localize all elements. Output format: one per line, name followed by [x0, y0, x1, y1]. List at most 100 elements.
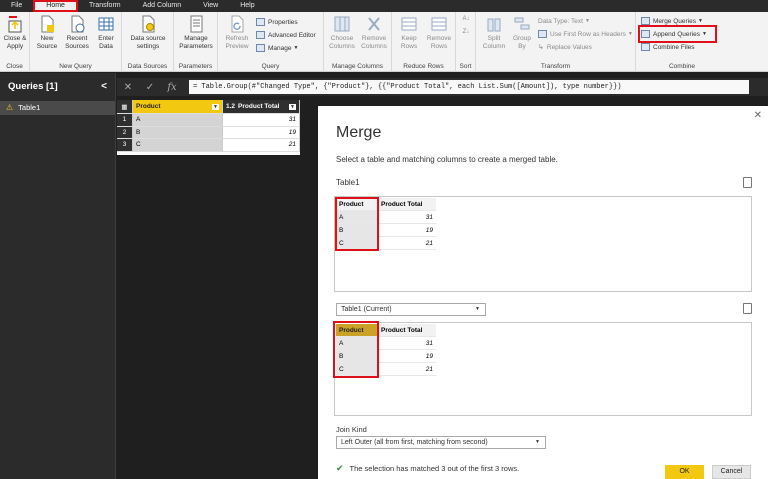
file-icon[interactable]: [743, 177, 752, 188]
new-query-group: New Source Recent Sources Enter Data New…: [30, 12, 122, 72]
close-apply-icon: [8, 16, 22, 33]
table-cell[interactable]: 21: [378, 363, 436, 376]
table-menu-icon[interactable]: ▦: [117, 100, 133, 114]
menu-view[interactable]: View: [192, 0, 229, 12]
combine-files-button[interactable]: Combine Files: [641, 42, 695, 52]
commit-formula-icon[interactable]: ✓: [139, 82, 161, 93]
table-cell[interactable]: 19: [378, 224, 436, 237]
chevron-down-icon: ▼: [293, 45, 299, 51]
table-cell[interactable]: 21: [378, 237, 436, 250]
close-icon[interactable]: ✕: [754, 110, 762, 121]
properties-button[interactable]: Properties: [256, 17, 298, 27]
selected-column-highlight: [335, 197, 379, 251]
data-type-dropdown[interactable]: Data Type: Text ▼: [538, 16, 590, 26]
gear-icon: [142, 15, 155, 33]
menu-add-column[interactable]: Add Column: [132, 0, 193, 12]
enter-data-button[interactable]: Enter Data: [94, 15, 118, 51]
cancel-formula-icon[interactable]: ✕: [117, 82, 139, 93]
refresh-preview-button[interactable]: Refresh Preview: [222, 15, 252, 51]
first-row-icon: [538, 30, 547, 38]
remove-columns-button[interactable]: Remove Columns: [359, 15, 389, 51]
sort-group: A↓ Z↓ Sort: [456, 12, 476, 72]
replace-icon: ↳: [538, 44, 544, 51]
use-first-row-button[interactable]: Use First Row as Headers ▼: [538, 29, 633, 39]
fx-icon[interactable]: fx: [161, 82, 183, 93]
table-cell[interactable]: A: [133, 114, 223, 127]
query-item-label: Table1: [18, 103, 41, 112]
preview-col-product-total[interactable]: Product Total: [378, 324, 436, 337]
ok-button[interactable]: OK: [665, 465, 704, 479]
cancel-button[interactable]: Cancel: [712, 465, 751, 479]
remove-rows-button[interactable]: Remove Rows: [425, 15, 453, 51]
table-cell[interactable]: B: [133, 126, 223, 139]
enter-data-label: Enter Data: [98, 35, 114, 50]
join-kind-value: Left Outer (all from first, matching fro…: [341, 439, 488, 446]
sort-ascending-button[interactable]: A↓: [459, 15, 473, 23]
group-by-button[interactable]: Group By: [510, 15, 534, 51]
table-cell[interactable]: C: [133, 139, 223, 152]
recent-sources-button[interactable]: Recent Sources: [63, 15, 91, 51]
advanced-editor-button[interactable]: Advanced Editor: [256, 30, 316, 40]
table-cell[interactable]: 31: [223, 114, 300, 127]
file-icon[interactable]: [743, 303, 752, 314]
query-item-table1[interactable]: ⚠ Table1: [0, 101, 115, 115]
table-row: 3 C 21: [117, 139, 300, 152]
recent-sources-label: Recent Sources: [65, 35, 89, 50]
close-apply-label: Close & Apply: [3, 35, 27, 50]
queries-title: Queries [1]: [8, 81, 58, 92]
query-group-label: Query: [261, 63, 280, 70]
match-status: ✔ The selection has matched 3 out of the…: [336, 463, 519, 474]
first-table-preview: Product Product Total A 31 B 19 C 21: [334, 196, 752, 292]
dialog-description: Select a table and matching columns to c…: [336, 155, 558, 164]
chevron-down-icon: ▼: [627, 31, 633, 37]
dialog-title: Merge: [336, 124, 382, 141]
grid-header-product[interactable]: Product ▼: [133, 100, 223, 114]
manage-columns-group: Choose Columns Remove Columns Manage Col…: [324, 12, 392, 72]
grid-header-product-total[interactable]: 1.2 Product Total ▼: [223, 100, 300, 114]
chevron-down-icon: ▼: [698, 18, 703, 24]
data-grid: ▦ Product ▼ 1.2 Product Total ▼ 1 A 31 2 B …: [117, 100, 300, 155]
menu-file[interactable]: File: [0, 0, 33, 12]
formula-input[interactable]: = Table.Group(#"Changed Type", {"Product…: [189, 80, 749, 94]
table-cell[interactable]: 19: [378, 350, 436, 363]
menu-transform[interactable]: Transform: [78, 0, 132, 12]
first-table-name: Table1: [336, 178, 360, 187]
menu-home[interactable]: Home: [33, 0, 78, 12]
new-query-group-label: New Query: [59, 63, 92, 70]
group-by-label: Group By: [512, 35, 532, 50]
close-group-label: Close: [6, 63, 23, 70]
collapse-chevron-icon[interactable]: <: [101, 73, 107, 101]
table-cell[interactable]: 31: [378, 337, 436, 350]
manage-parameters-button[interactable]: Manage Parameters: [176, 15, 216, 51]
choose-columns-button[interactable]: Choose Columns: [327, 15, 357, 51]
second-table-select[interactable]: Table1 (Current) ▼: [336, 303, 486, 316]
sort-descending-button[interactable]: Z↓: [459, 28, 473, 36]
preview-col-product-total[interactable]: Product Total: [378, 198, 436, 211]
table-row: 1 A 31: [117, 114, 300, 127]
keep-rows-button[interactable]: Keep Rows: [396, 15, 422, 51]
join-kind-select[interactable]: Left Outer (all from first, matching fro…: [336, 436, 546, 449]
replace-values-button[interactable]: ↳ Replace Values: [538, 42, 592, 52]
reduce-rows-group-label: Reduce Rows: [403, 63, 444, 70]
table-cell[interactable]: 19: [223, 126, 300, 139]
refresh-preview-label: Refresh Preview: [225, 35, 249, 50]
manage-button[interactable]: Manage ▼: [256, 43, 298, 53]
chevron-down-icon[interactable]: ▼: [212, 103, 219, 110]
parameters-group: Manage Parameters Parameters: [174, 12, 218, 72]
new-source-button[interactable]: New Source: [34, 15, 60, 51]
table-cell[interactable]: 31: [378, 211, 436, 224]
choose-columns-label: Choose Columns: [329, 35, 355, 50]
join-kind-label: Join Kind: [336, 425, 367, 434]
data-sources-group-label: Data Sources: [127, 63, 168, 70]
merge-queries-label: Merge Queries: [653, 17, 696, 25]
replace-values-label: Replace Values: [546, 43, 592, 51]
split-column-button[interactable]: Split Column: [480, 15, 508, 51]
data-source-settings-button[interactable]: Data source settings: [125, 15, 171, 51]
close-apply-button[interactable]: Close & Apply: [2, 15, 28, 51]
manage-icon: [256, 44, 265, 52]
chevron-down-icon[interactable]: ▼: [289, 103, 296, 110]
table-cell[interactable]: 21: [223, 139, 300, 152]
second-table-select-value: Table1 (Current): [341, 306, 392, 313]
chevron-down-icon: ▼: [584, 18, 590, 24]
menu-help[interactable]: Help: [229, 0, 265, 12]
